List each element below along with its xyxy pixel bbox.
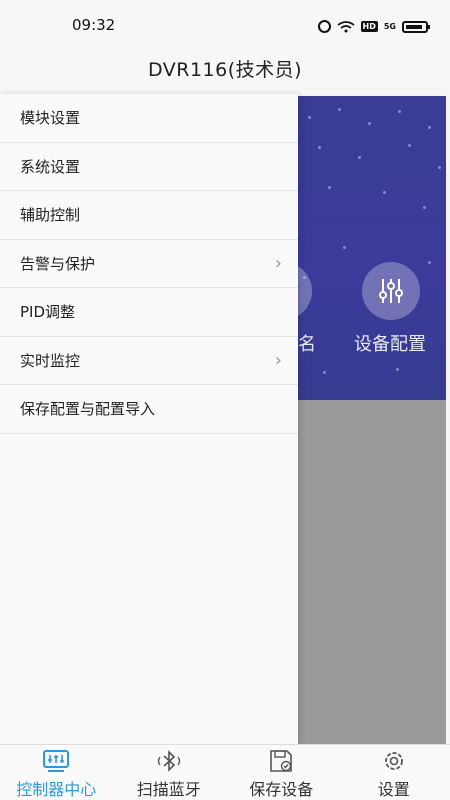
menu-item-label: 实时监控 (20, 351, 81, 370)
menu-item-system-settings[interactable]: 系统设置 (0, 143, 298, 191)
nav-settings[interactable]: 设置 (338, 745, 450, 800)
control-center-icon (42, 748, 70, 774)
content-overlay[interactable] (298, 400, 446, 745)
menu-item-label: 告警与保护 (20, 254, 96, 273)
bluetooth-icon (155, 748, 183, 774)
status-bar: 09:32 HD 5G (0, 0, 450, 48)
menu-item-alarm-protection[interactable]: 告警与保护 › (0, 240, 298, 288)
5g-signal-icon: 5G (383, 22, 396, 31)
nav-label: 扫描蓝牙 (136, 780, 201, 799)
device-config-button[interactable] (362, 262, 420, 320)
nav-save-device[interactable]: 保存设备 (225, 745, 338, 800)
nav-scan-bluetooth[interactable]: 扫描蓝牙 (113, 745, 226, 800)
alarm-icon (317, 20, 331, 33)
bottom-nav: 控制器中心 扫描蓝牙 保存设备 设置 (0, 744, 450, 800)
menu-item-pid-tuning[interactable]: PID调整 (0, 288, 298, 337)
page-title: DVR116(技术员) (147, 59, 303, 81)
menu-item-save-import-config[interactable]: 保存配置与配置导入 (0, 385, 298, 434)
menu-item-label: PID调整 (20, 303, 76, 322)
menu-item-aux-control[interactable]: 辅助控制 (0, 191, 298, 240)
device-config-label: 设备配置 (354, 334, 426, 355)
chevron-right-icon: › (274, 252, 282, 274)
hd-icon: HD (360, 21, 378, 32)
menu-item-realtime-monitor[interactable]: 实时监控 › (0, 337, 298, 385)
settings-gear-icon (380, 748, 408, 774)
app-header: DVR116(技术员) (0, 48, 450, 94)
nav-label: 控制器中心 (16, 780, 97, 799)
device-name-label-partial: 名 (298, 334, 316, 355)
nav-control-center[interactable]: 控制器中心 (0, 745, 113, 800)
menu-item-module-settings[interactable]: 模块设置 (0, 94, 298, 143)
status-icons: HD 5G (317, 20, 430, 33)
battery-icon (402, 20, 430, 33)
menu-item-label: 保存配置与配置导入 (20, 400, 156, 419)
nav-label: 保存设备 (249, 780, 314, 799)
status-time: 09:32 (72, 16, 116, 34)
wifi-icon (337, 20, 354, 32)
side-drawer: 模块设置 系统设置 辅助控制 告警与保护 › PID调整 实时监控 › 保存配置… (0, 94, 298, 745)
nav-label: 设置 (377, 780, 410, 799)
chevron-right-icon: › (274, 349, 282, 371)
sliders-icon (379, 279, 403, 303)
menu-item-label: 系统设置 (20, 157, 81, 176)
save-device-icon (267, 748, 295, 774)
menu-item-label: 辅助控制 (20, 206, 81, 225)
menu-item-label: 模块设置 (20, 109, 81, 128)
